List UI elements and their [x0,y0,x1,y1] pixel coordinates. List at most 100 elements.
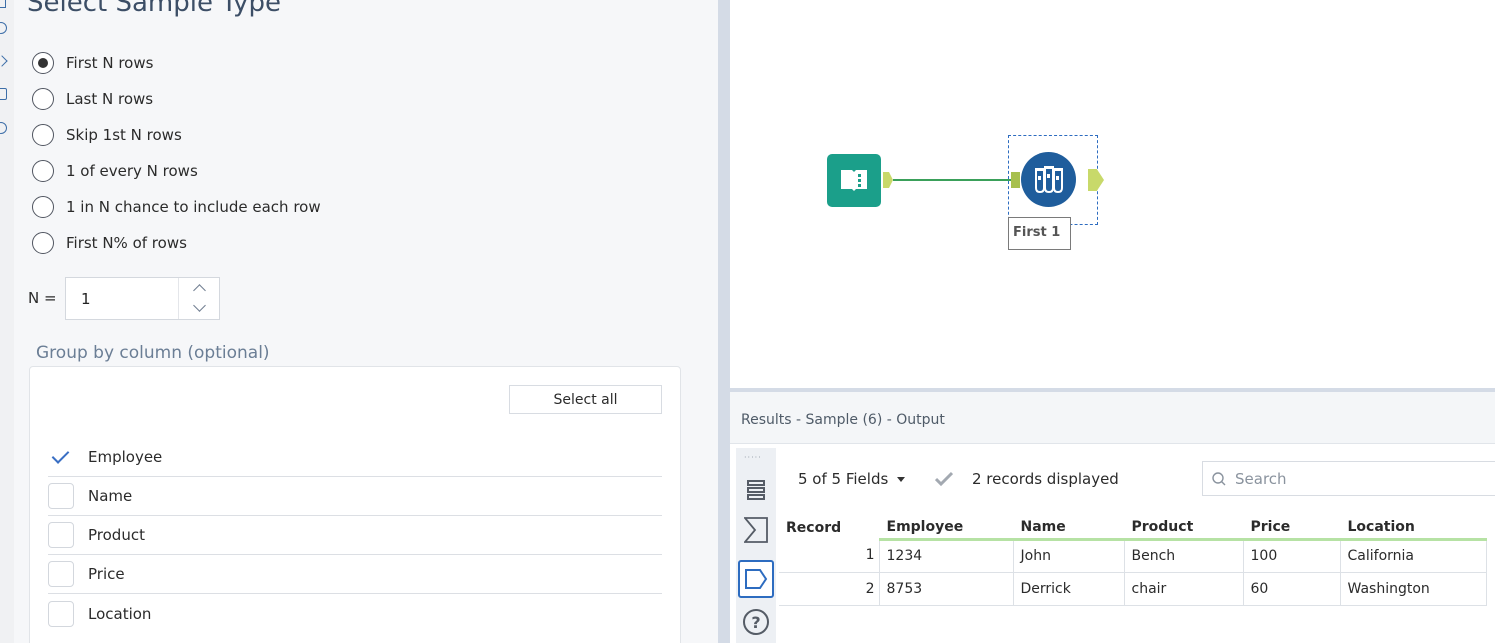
table-cell: 1234 [879,539,1014,573]
radio-one-in-n-chance[interactable]: 1 in N chance to include each row [32,194,321,220]
table-row[interactable]: 2 8753 Derrick chair 60 Washington [779,572,1487,606]
results-table: Record Employee Name Product Price Locat… [779,514,1487,606]
n-stepper[interactable] [178,278,219,319]
radio-button[interactable] [32,232,54,254]
checkbox[interactable] [48,522,74,548]
column-label: Product [88,526,145,544]
section-title: Select Sample Type [27,0,281,18]
column-item-product[interactable]: Product [48,516,662,555]
n-label: N = [28,289,57,307]
column-label: Price [88,565,125,583]
output-anchor[interactable] [883,172,893,188]
results-pane: ····· ? 5 of 5 Fields 2 records displaye… [730,444,1495,643]
increment-button[interactable] [179,278,220,298]
help-icon: ? [743,609,769,635]
table-cell: 60 [1243,572,1341,606]
radio-first-n-percent[interactable]: First N% of rows [32,230,187,256]
radio-skip-first-n-rows[interactable]: Skip 1st N rows [32,122,182,148]
checkmark-icon [935,471,953,487]
svg-text:?: ? [751,613,760,632]
checkbox[interactable] [48,600,74,627]
radio-button[interactable] [32,124,54,146]
table-cell: California [1340,539,1487,573]
column-header-employee[interactable]: Employee [879,514,1014,541]
table-view-button[interactable] [740,474,772,506]
collapse-icon[interactable] [0,0,6,8]
group-by-column-list: Select all Employee Name Product Price L… [29,366,681,643]
table-cell: 8753 [879,572,1014,606]
chevron-up-icon [193,284,206,297]
table-cell: 100 [1243,539,1341,573]
side-icon-strip [0,0,14,643]
decrement-button[interactable] [179,298,220,318]
radio-label: 1 of every N rows [66,162,198,180]
column-item-location[interactable]: Location [48,594,662,633]
test-tubes-icon [1035,166,1063,194]
radio-button[interactable] [32,160,54,182]
summary-button[interactable] [740,514,772,546]
results-title: Results - Sample (6) - Output [730,392,1495,444]
tool-annotation: First 1 [1008,217,1071,250]
configuration-panel: Select Sample Type First N rows Last N r… [0,0,718,643]
column-header-record[interactable]: Record [779,514,880,539]
column-header-name[interactable]: Name [1013,514,1125,541]
table-cell: Washington [1340,572,1487,606]
records-count: 2 records displayed [972,470,1119,488]
radio-one-of-every-n-rows[interactable]: 1 of every N rows [32,158,198,184]
input-data-tool[interactable] [827,154,881,207]
radio-label: First N% of rows [66,234,187,252]
select-all-button[interactable]: Select all [509,385,662,414]
radio-label: 1 in N chance to include each row [66,198,321,216]
dropdown-caret-icon [897,477,906,482]
column-header-location[interactable]: Location [1340,514,1487,541]
input-anchor[interactable] [1011,172,1020,188]
sample-tool[interactable] [1021,152,1076,207]
search-icon [1212,471,1226,485]
checkbox[interactable] [48,483,74,509]
column-item-employee[interactable]: Employee [48,438,662,477]
checkbox[interactable] [48,444,74,470]
list-icon [747,480,765,500]
drag-handle[interactable]: ····· [744,454,762,462]
sigma-icon [744,517,768,543]
connection-line[interactable] [893,179,1011,181]
workflow-canvas[interactable]: First 1 [730,0,1495,390]
table-cell: Bench [1124,539,1244,573]
column-item-price[interactable]: Price [48,555,662,594]
column-header-product[interactable]: Product [1124,514,1244,541]
results-view-toolbar: ····· ? [736,448,776,643]
fields-selector-label: 5 of 5 Fields [798,470,889,488]
search-box[interactable] [1202,461,1495,496]
info-icon[interactable] [0,22,7,34]
panel-splitter[interactable] [718,0,730,643]
radio-first-n-rows[interactable]: First N rows [32,50,153,76]
column-label: Name [88,487,133,505]
radio-button[interactable] [32,52,54,74]
fields-selector[interactable]: 5 of 5 Fields [798,470,906,488]
radio-label: Skip 1st N rows [66,126,182,144]
help-icon[interactable] [0,122,7,134]
radio-button[interactable] [32,88,54,110]
book-icon [841,170,867,191]
record-cell: 1 [779,539,880,573]
column-header-price[interactable]: Price [1243,514,1341,541]
radio-button[interactable] [32,196,54,218]
table-header-row: Record Employee Name Product Price Locat… [779,514,1487,541]
checkbox[interactable] [48,561,74,587]
tag-icon[interactable] [0,88,7,100]
tag-icon [745,569,768,589]
table-cell: Derrick [1013,572,1125,606]
table-cell: chair [1124,572,1244,606]
column-item-name[interactable]: Name [48,477,662,516]
column-label: Location [88,604,152,623]
chevron-right-icon[interactable] [0,55,8,67]
help-button[interactable]: ? [740,606,772,638]
group-by-label: Group by column (optional) [36,343,270,363]
column-label: Employee [88,448,163,466]
search-input[interactable] [1233,468,1473,489]
metadata-button[interactable] [738,560,774,598]
table-row[interactable]: 1 1234 John Bench 100 California [779,539,1487,573]
chevron-down-icon [193,299,206,312]
radio-last-n-rows[interactable]: Last N rows [32,86,153,112]
output-anchor[interactable] [1088,169,1104,191]
